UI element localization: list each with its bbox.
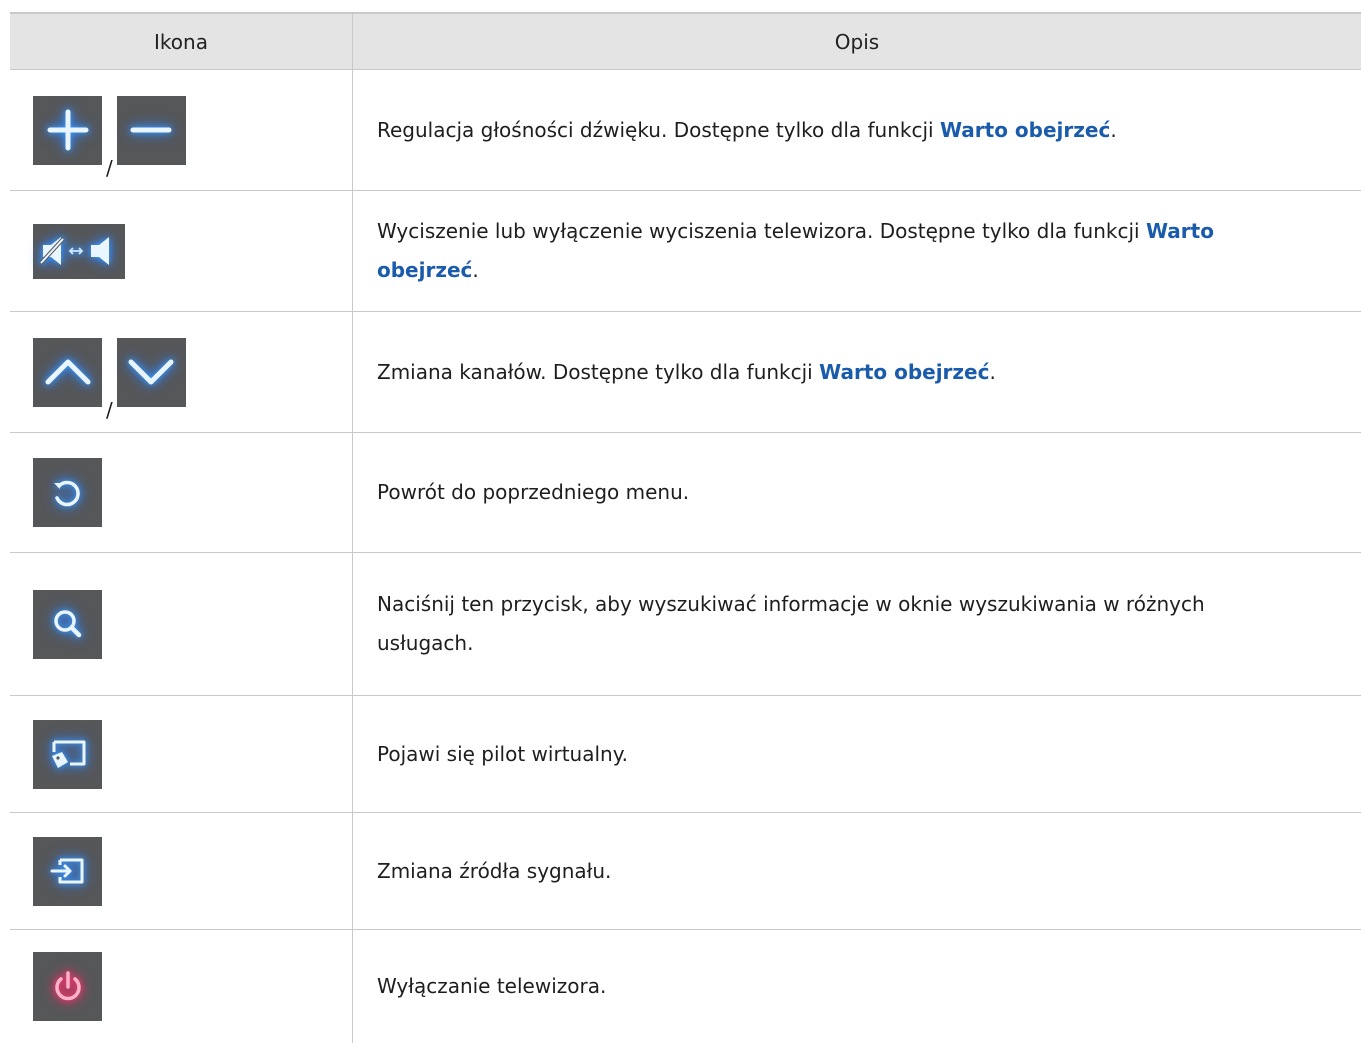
power-icon bbox=[54, 970, 81, 1000]
description-text: Powrót do poprzedniego menu. bbox=[377, 480, 690, 504]
description-text: Wyłączanie telewizora. bbox=[377, 974, 607, 998]
description-cell: Wyłączanie telewizora. bbox=[353, 930, 1361, 1043]
volume-down-button[interactable] bbox=[116, 95, 186, 165]
return-icon bbox=[53, 480, 80, 506]
highlight-link: Warto obejrzeć bbox=[819, 359, 990, 384]
source-icon bbox=[50, 858, 83, 884]
description-text: Zmiana źródła sygnału. bbox=[377, 858, 612, 883]
channel-down-button[interactable] bbox=[116, 337, 186, 407]
virtual-remote-button[interactable] bbox=[33, 719, 102, 789]
return-button[interactable] bbox=[33, 458, 102, 527]
source-button[interactable] bbox=[33, 836, 102, 906]
icon-cell bbox=[10, 813, 353, 929]
description-cell: Powrót do poprzedniego menu. bbox=[353, 433, 1361, 552]
icon-cell bbox=[10, 433, 353, 552]
header-icon-column: Ikona bbox=[10, 14, 353, 69]
description-end: . bbox=[989, 359, 996, 384]
description-cell: Zmiana źródła sygnału. bbox=[353, 813, 1361, 929]
table-header: Ikona Opis bbox=[10, 12, 1361, 70]
mute-toggle-icon bbox=[39, 237, 109, 265]
icon-cell: / bbox=[10, 70, 353, 190]
table-row: / Zmiana kanałów. Dostępne tylko dla fun… bbox=[10, 312, 1361, 433]
table-row: Powrót do poprzedniego menu. bbox=[10, 433, 1361, 553]
description-text: Wyciszenie lub wyłączenie wyciszenia tel… bbox=[377, 219, 1146, 243]
search-icon bbox=[53, 610, 81, 638]
search-button[interactable] bbox=[33, 589, 102, 659]
separator: / bbox=[106, 398, 113, 422]
description-cell: Pojawi się pilot wirtualny. bbox=[353, 696, 1361, 812]
description-cell: Wyciszenie lub wyłączenie wyciszenia tel… bbox=[353, 191, 1361, 311]
icon-cell bbox=[10, 553, 353, 695]
highlight-link: Warto obejrzeć bbox=[939, 117, 1111, 142]
description-text: Zmiana kanałów. Dostępne tylko dla funkc… bbox=[377, 359, 820, 384]
description-text: Regulacja głośności dźwięku. Dostępne ty… bbox=[377, 117, 940, 142]
icon-cell bbox=[10, 191, 353, 311]
icon-cell bbox=[10, 696, 353, 812]
volume-up-button[interactable] bbox=[33, 95, 102, 165]
virtual-remote-icon bbox=[51, 740, 85, 768]
description-cell: Zmiana kanałów. Dostępne tylko dla funkc… bbox=[353, 312, 1361, 432]
description-cell: Regulacja głośności dźwięku. Dostępne ty… bbox=[353, 70, 1361, 190]
table-row: Naciśnij ten przycisk, aby wyszukiwać in… bbox=[10, 553, 1361, 696]
description-cell: Naciśnij ten przycisk, aby wyszukiwać in… bbox=[353, 553, 1361, 695]
mute-button[interactable] bbox=[33, 223, 125, 279]
table-row: Wyłączanie telewizora. bbox=[10, 930, 1361, 1043]
table-row: Wyciszenie lub wyłączenie wyciszenia tel… bbox=[10, 191, 1361, 312]
description-end: . bbox=[472, 258, 479, 282]
icon-table: Ikona Opis / Regulacja głośności dźwięku… bbox=[10, 12, 1361, 1043]
table-row: / Regulacja głośności dźwięku. Dostępne … bbox=[10, 70, 1361, 191]
channel-up-button[interactable] bbox=[33, 337, 102, 407]
chevron-down-icon bbox=[128, 359, 174, 385]
power-button[interactable] bbox=[33, 952, 102, 1021]
table-row: Zmiana źródła sygnału. bbox=[10, 813, 1361, 930]
separator: / bbox=[106, 156, 113, 180]
plus-icon bbox=[47, 109, 88, 151]
table-row: Pojawi się pilot wirtualny. bbox=[10, 696, 1361, 813]
description-text: Pojawi się pilot wirtualny. bbox=[377, 741, 629, 766]
minus-icon bbox=[130, 127, 172, 133]
description-end: . bbox=[1110, 117, 1117, 142]
description-text: Naciśnij ten przycisk, aby wyszukiwać in… bbox=[377, 592, 1205, 655]
chevron-up-icon bbox=[45, 359, 90, 385]
header-description-column: Opis bbox=[834, 29, 880, 54]
icon-cell bbox=[10, 930, 353, 1043]
icon-cell: / bbox=[10, 312, 353, 432]
